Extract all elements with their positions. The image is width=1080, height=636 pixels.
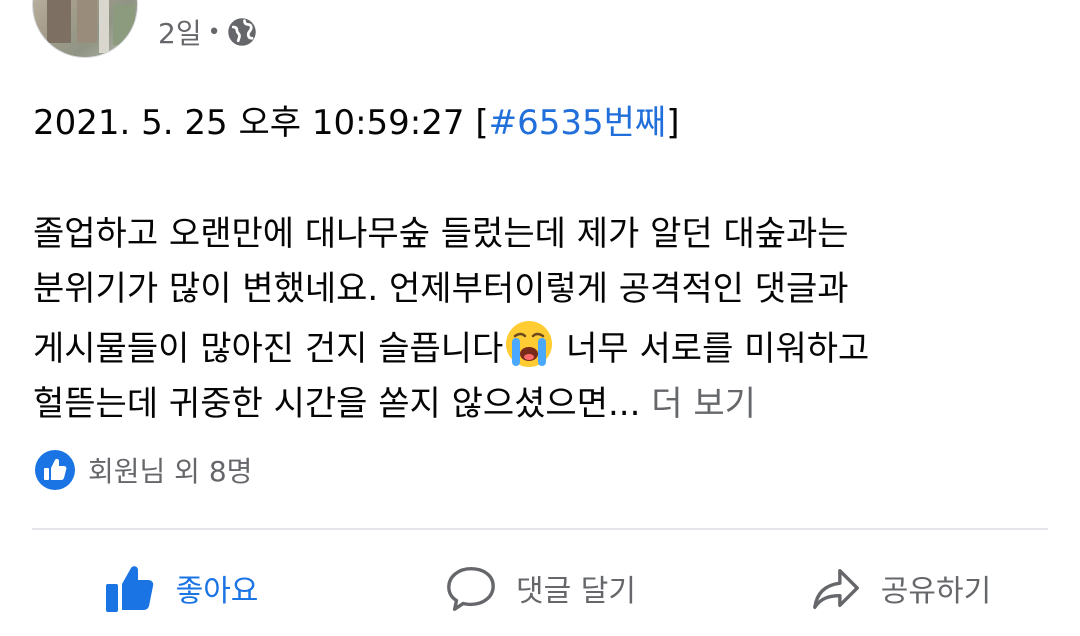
like-button[interactable]: 좋아요 bbox=[0, 540, 360, 636]
hashtag-link[interactable]: #6535번째 bbox=[489, 103, 667, 143]
share-icon bbox=[809, 561, 863, 615]
timestamp-text: 2021. 5. 25 오후 10:59:27 [ bbox=[33, 103, 489, 143]
see-more-link[interactable]: 더 보기 bbox=[640, 384, 756, 424]
globe-icon bbox=[227, 17, 257, 47]
post-time[interactable]: 2일 bbox=[158, 12, 202, 52]
post-line-4-text: 헐뜯는데 귀중한 시간을 쏟지 않으셨으면... bbox=[33, 384, 641, 424]
share-button[interactable]: 공유하기 bbox=[720, 540, 1080, 636]
meta-separator: • bbox=[207, 19, 221, 45]
divider bbox=[32, 528, 1048, 530]
timestamp-line: 2021. 5. 25 오후 10:59:27 [#6535번째] bbox=[33, 96, 1043, 152]
reaction-count-text: 회원님 외 8명 bbox=[88, 455, 253, 488]
action-bar: 좋아요 댓글 달기 공유하기 bbox=[0, 540, 1080, 636]
like-reaction-icon bbox=[34, 449, 76, 491]
post-line-4: 헐뜯는데 귀중한 시간을 쏟지 않으셨으면... 더 보기 bbox=[33, 377, 1043, 433]
reactions-summary[interactable]: 회원님 외 8명 bbox=[34, 448, 252, 492]
post-meta: 2일 • bbox=[158, 12, 257, 52]
post-line-2: 분위기가 많이 변했네요. 언제부터이렇게 공격적인 댓글과 bbox=[33, 269, 849, 309]
post-line-3-rest: 너무 서로를 미워하고 bbox=[555, 328, 870, 369]
post-line-3: 게시물들이 많아진 건지 슬픕니다 너무 서로를 미워하고 bbox=[33, 318, 1043, 378]
like-button-label: 좋아요 bbox=[175, 574, 259, 609]
post-line-1: 졸업하고 오랜만에 대나무숲 들렀는데 제가 알던 대숲과는 bbox=[33, 213, 849, 254]
comment-icon bbox=[444, 561, 498, 615]
timestamp-close: ] bbox=[666, 103, 680, 143]
post-text: 2021. 5. 25 오후 10:59:27 [#6535번째] 졸업하고 오… bbox=[33, 96, 1043, 433]
post-line-3-text: 게시물들이 많아진 건지 슬픕니다 bbox=[33, 328, 504, 369]
thumbs-up-icon bbox=[102, 560, 158, 616]
loudly-crying-face-emoji-icon bbox=[503, 318, 555, 370]
comment-button[interactable]: 댓글 달기 bbox=[360, 540, 720, 636]
profile-avatar[interactable] bbox=[32, 0, 138, 58]
comment-button-label: 댓글 달기 bbox=[516, 574, 636, 609]
share-button-label: 공유하기 bbox=[880, 574, 992, 609]
